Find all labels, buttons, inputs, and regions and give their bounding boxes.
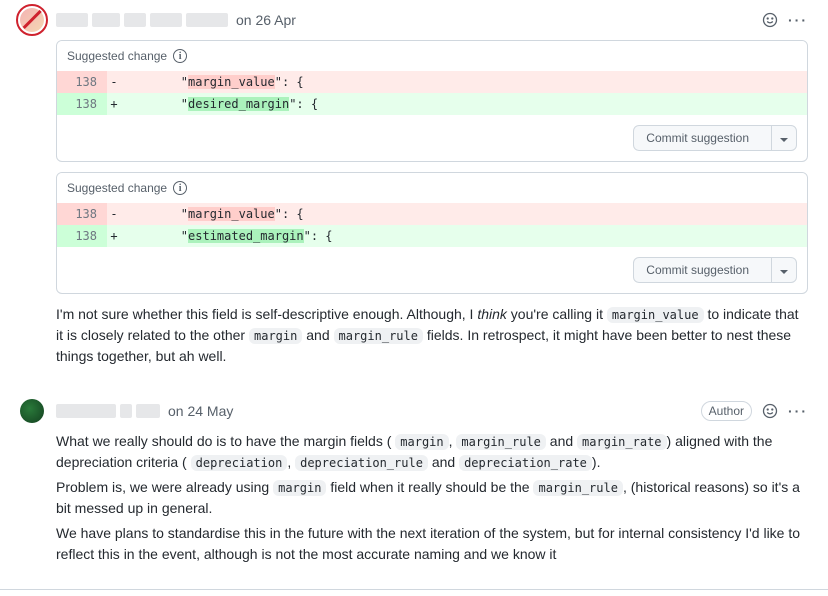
- review-comment: on 26 Apr ··· Suggested: [20, 4, 808, 371]
- suggested-change-label: Suggested change: [67, 181, 167, 195]
- diff-line-added: 138 + "desired_margin": {: [57, 93, 807, 115]
- commit-suggestion-button[interactable]: Commit suggestion: [633, 125, 797, 151]
- comment-header: on 26 Apr ···: [56, 8, 808, 32]
- diff-line-removed: 138 - "margin_value": {: [57, 203, 807, 225]
- code-token: depreciation_rule: [295, 455, 428, 471]
- comment-header: on 24 May Author ···: [56, 399, 808, 423]
- code-token: margin_rule: [533, 480, 622, 496]
- author-badge: Author: [701, 401, 752, 421]
- code-token: depreciation_rate: [459, 455, 592, 471]
- suggested-change-label: Suggested change: [67, 49, 167, 63]
- comment-body: What we really should do is to have the …: [56, 431, 808, 565]
- comment-body: I'm not sure whether this field is self-…: [56, 304, 808, 367]
- avatar[interactable]: [20, 8, 44, 32]
- code-token: margin_rule: [334, 328, 423, 344]
- suggested-change: Suggested change i 138 - "margin_value":…: [56, 40, 808, 162]
- diff-line-added: 138 + "estimated_margin": {: [57, 225, 807, 247]
- timestamp[interactable]: on 26 Apr: [236, 12, 296, 28]
- add-reaction-icon[interactable]: [762, 12, 778, 28]
- author-name-redacted[interactable]: [56, 404, 160, 418]
- avatar[interactable]: [20, 399, 44, 423]
- code-token: margin_rate: [577, 434, 666, 450]
- diff-line-removed: 138 - "margin_value": {: [57, 71, 807, 93]
- chevron-down-icon: [780, 270, 788, 274]
- code-token: margin: [273, 480, 326, 496]
- commit-suggestion-button[interactable]: Commit suggestion: [633, 257, 797, 283]
- chevron-down-icon: [780, 138, 788, 142]
- add-reaction-icon[interactable]: [762, 403, 778, 419]
- code-token: margin: [395, 434, 448, 450]
- code-token: margin_rule: [456, 434, 545, 450]
- commit-suggestion-dropdown[interactable]: [771, 126, 796, 150]
- author-name-redacted[interactable]: [56, 13, 228, 27]
- code-token: margin: [249, 328, 302, 344]
- more-actions-icon[interactable]: ···: [788, 13, 808, 27]
- info-icon[interactable]: i: [173, 181, 187, 195]
- code-token: depreciation: [191, 455, 288, 471]
- review-comment: on 24 May Author ···: [20, 395, 808, 569]
- timestamp[interactable]: on 24 May: [168, 403, 233, 419]
- commit-suggestion-dropdown[interactable]: [771, 258, 796, 282]
- suggested-change: Suggested change i 138 - "margin_value":…: [56, 172, 808, 294]
- info-icon[interactable]: i: [173, 49, 187, 63]
- more-actions-icon[interactable]: ···: [788, 404, 808, 418]
- code-token: margin_value: [607, 307, 704, 323]
